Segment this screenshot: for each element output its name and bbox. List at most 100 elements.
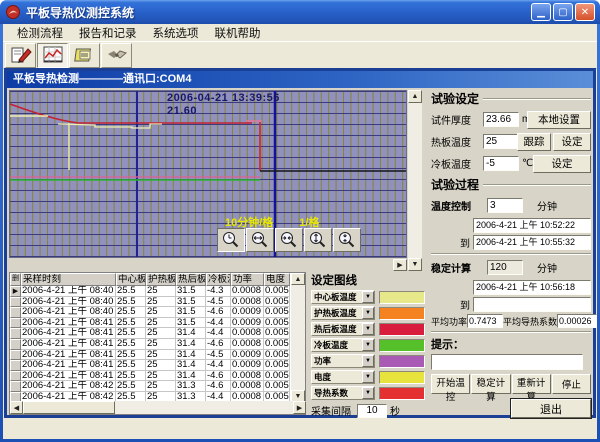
scroll-down-arrow[interactable]: ▼ bbox=[408, 258, 422, 271]
line-select-3[interactable]: 冷板温度▼ bbox=[311, 338, 375, 352]
line-select-0[interactable]: 中心板温度▼ bbox=[311, 290, 375, 304]
chevron-down-icon[interactable]: ▼ bbox=[362, 323, 374, 335]
stable-end-field[interactable] bbox=[473, 297, 591, 312]
zoom-v-expand-button[interactable] bbox=[304, 228, 332, 252]
chart-vertical-scrollbar[interactable]: ▲ ▼ bbox=[408, 90, 422, 271]
table-vertical-scrollbar[interactable]: ▲ ▼ bbox=[291, 273, 305, 402]
table-cell: 25 bbox=[146, 328, 176, 339]
toolbar-report-button[interactable] bbox=[69, 43, 100, 68]
table-cell: -4.6 bbox=[206, 339, 231, 350]
local-setup-button[interactable]: 本地设置 bbox=[527, 111, 591, 129]
menu-item-2[interactable]: 系统选项 bbox=[145, 23, 207, 43]
stable-calc-input[interactable] bbox=[487, 260, 523, 275]
maximize-button[interactable]: ▢ bbox=[553, 3, 573, 21]
toolbar-chart-button[interactable] bbox=[37, 43, 68, 68]
chevron-down-icon[interactable]: ▼ bbox=[362, 291, 374, 303]
line-select-5[interactable]: 电度▼ bbox=[311, 370, 375, 384]
table-row[interactable]: 2006-4-21 上午 08:4025.52531.5-4.60.00090.… bbox=[10, 307, 305, 318]
table-header-4[interactable]: 冷板温 bbox=[206, 273, 231, 286]
stable-start-field[interactable]: 2006-4-21 上午 10:56:18 bbox=[473, 280, 591, 295]
row-selector[interactable] bbox=[10, 318, 21, 329]
temp-control-input[interactable] bbox=[487, 198, 523, 213]
line-label: 热后板温度 bbox=[312, 323, 362, 335]
zoom-time-button[interactable] bbox=[217, 228, 245, 252]
toolbar-help-button[interactable] bbox=[101, 43, 132, 68]
row-selector[interactable] bbox=[10, 328, 21, 339]
menu-item-3[interactable]: 联机帮助 bbox=[207, 23, 269, 43]
chevron-down-icon[interactable]: ▼ bbox=[362, 339, 374, 351]
row-selector[interactable] bbox=[10, 371, 21, 382]
thickness-label: 试件厚度 bbox=[431, 112, 483, 127]
table-scroll-up-arrow[interactable]: ▲ bbox=[291, 273, 305, 285]
temp-control-end-field[interactable]: 2006-4-21 上午 10:55:32 bbox=[473, 235, 591, 250]
table-header-5[interactable]: 功率 bbox=[231, 273, 264, 286]
table-row[interactable]: 2006-4-21 上午 08:4125.52531.5-4.40.00090.… bbox=[10, 318, 305, 329]
track-button[interactable]: 跟踪 bbox=[517, 133, 551, 151]
line-select-4[interactable]: 功率▼ bbox=[311, 354, 375, 368]
line-select-2[interactable]: 热后板温度▼ bbox=[311, 322, 375, 336]
table-row[interactable]: 2006-4-21 上午 08:4125.52531.4-4.50.00090.… bbox=[10, 350, 305, 361]
table-row[interactable]: 2006-4-21 上午 08:4125.52531.4-4.40.00090.… bbox=[10, 360, 305, 371]
scroll-up-arrow[interactable]: ▲ bbox=[408, 90, 422, 103]
row-selector[interactable] bbox=[10, 339, 21, 350]
zoom-v-compress-button[interactable] bbox=[333, 228, 361, 252]
line-select-1[interactable]: 护热板温度▼ bbox=[311, 306, 375, 320]
line-select-6[interactable]: 导热系数▼ bbox=[311, 386, 375, 400]
temp-control-start-field[interactable]: 2006-4-21 上午 10:52:22 bbox=[473, 218, 591, 233]
table-horizontal-scrollbar[interactable]: ◀ ▶ bbox=[10, 401, 306, 414]
table-scroll-thumb[interactable] bbox=[23, 401, 115, 414]
table-cell: 31.4 bbox=[176, 350, 206, 361]
line-color-swatch[interactable] bbox=[379, 387, 425, 400]
interval-input[interactable] bbox=[357, 404, 387, 418]
table-header-3[interactable]: 热后板 bbox=[176, 273, 206, 286]
scroll-right-arrow[interactable]: ▶ bbox=[393, 259, 407, 271]
table-header-0[interactable]: 采样时刻 bbox=[21, 273, 116, 286]
action-buttons-row: 开始温控稳定计算重新计算停止 bbox=[431, 374, 591, 394]
line-color-swatch[interactable] bbox=[379, 355, 425, 368]
table-header-2[interactable]: 护热板 bbox=[146, 273, 176, 286]
thickness-input[interactable] bbox=[483, 112, 519, 127]
row-selector[interactable] bbox=[10, 360, 21, 371]
menu-item-0[interactable]: 检测流程 bbox=[9, 23, 71, 43]
table-row[interactable]: ▶2006-4-21 上午 08:4025.52531.5-4.30.00080… bbox=[10, 286, 305, 297]
minimize-button[interactable]: ▁ bbox=[531, 3, 551, 21]
start-temp-control-button[interactable]: 开始温控 bbox=[431, 374, 470, 394]
set-hot-button[interactable]: 设定 bbox=[553, 133, 591, 151]
row-selector[interactable] bbox=[10, 381, 21, 392]
chevron-down-icon[interactable]: ▼ bbox=[362, 355, 374, 367]
row-selector[interactable] bbox=[10, 307, 21, 318]
row-selector[interactable] bbox=[10, 297, 21, 308]
table-scroll-left-arrow[interactable]: ◀ bbox=[10, 401, 23, 414]
chevron-down-icon[interactable]: ▼ bbox=[362, 371, 374, 383]
line-color-swatch[interactable] bbox=[379, 323, 425, 336]
chevron-down-icon[interactable]: ▼ bbox=[362, 307, 374, 319]
close-button[interactable]: ✕ bbox=[575, 3, 595, 21]
table-header-1[interactable]: 中心板 bbox=[116, 273, 146, 286]
table-header-6[interactable]: 电度 bbox=[264, 273, 290, 286]
exit-button[interactable]: 退出 bbox=[511, 399, 591, 418]
menu-item-1[interactable]: 报告和记录 bbox=[71, 23, 145, 43]
table-scroll-right-arrow[interactable]: ▶ bbox=[293, 401, 306, 414]
stop-button[interactable]: 停止 bbox=[552, 374, 591, 394]
row-selector[interactable] bbox=[10, 350, 21, 361]
chevron-down-icon[interactable]: ▼ bbox=[362, 387, 374, 399]
set-cold-button[interactable]: 设定 bbox=[533, 155, 591, 173]
stable-calc-button[interactable]: 稳定计算 bbox=[471, 374, 510, 394]
row-selector-current[interactable]: ▶ bbox=[10, 286, 21, 297]
zoom-h-compress-button[interactable] bbox=[275, 228, 303, 252]
line-color-swatch[interactable] bbox=[379, 371, 425, 384]
hot-plate-input[interactable] bbox=[483, 134, 519, 149]
chart-horizontal-scrollbar[interactable]: ▶ bbox=[393, 259, 407, 271]
toolbar-flow-button[interactable] bbox=[5, 43, 36, 68]
table-row[interactable]: 2006-4-21 上午 08:4125.52531.4-4.60.00080.… bbox=[10, 339, 305, 350]
table-row[interactable]: 2006-4-21 上午 08:4225.52531.3-4.60.00080.… bbox=[10, 381, 305, 392]
line-color-swatch[interactable] bbox=[379, 307, 425, 320]
cold-plate-input[interactable] bbox=[483, 156, 519, 171]
recalc-button[interactable]: 重新计算 bbox=[512, 374, 551, 394]
table-row[interactable]: 2006-4-21 上午 08:4125.52531.4-4.60.00080.… bbox=[10, 371, 305, 382]
line-color-swatch[interactable] bbox=[379, 291, 425, 304]
table-row[interactable]: 2006-4-21 上午 08:4125.52531.4-4.40.00080.… bbox=[10, 328, 305, 339]
line-color-swatch[interactable] bbox=[379, 339, 425, 352]
zoom-h-expand-button[interactable] bbox=[246, 228, 274, 252]
table-row[interactable]: 2006-4-21 上午 08:4025.52531.5-4.50.00080.… bbox=[10, 297, 305, 308]
